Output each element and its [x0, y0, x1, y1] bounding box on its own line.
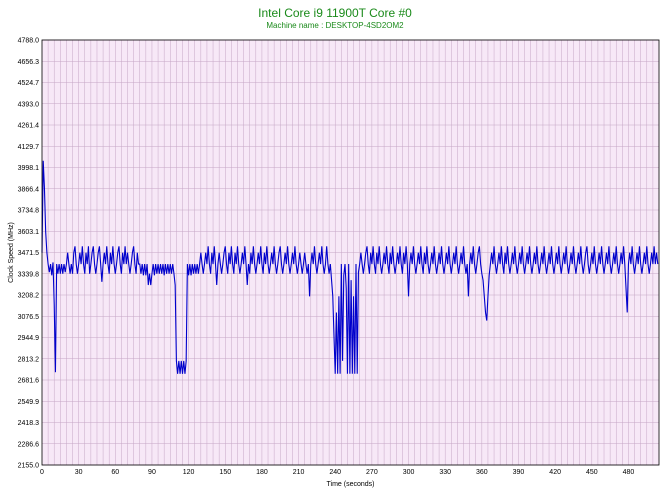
x-tick-label: 390 [513, 469, 525, 476]
y-tick-label: 4393.0 [18, 101, 40, 108]
x-tick-label: 300 [403, 469, 415, 476]
y-tick-label: 3471.5 [18, 250, 40, 257]
y-tick-label: 3076.5 [18, 314, 40, 321]
y-tick-label: 2681.6 [18, 378, 40, 385]
y-tick-label: 4788.0 [18, 38, 40, 45]
x-axis-ticks: 0 30 60 90 120 150 180 210 240 270 300 330 360 390 420… [40, 469, 634, 476]
y-tick-label: 4129.7 [18, 144, 40, 151]
y-tick-label: 3866.4 [18, 186, 40, 193]
x-tick-label: 120 [183, 469, 195, 476]
y-tick-label: 4524.7 [18, 80, 40, 87]
x-tick-label: 150 [219, 469, 231, 476]
x-tick-label: 480 [623, 469, 635, 476]
y-tick-label: 4656.3 [18, 59, 40, 66]
chart-container: Intel Core i9 11900T Core #0 Machine nam… [0, 0, 670, 502]
y-tick-label: 2286.6 [18, 441, 40, 448]
y-tick-label: 3734.8 [18, 208, 40, 215]
y-tick-label: 3603.1 [18, 229, 40, 236]
x-tick-label: 30 [75, 469, 83, 476]
y-axis-label: Clock Speed (MHz) [8, 222, 15, 283]
x-tick-label: 0 [40, 469, 44, 476]
x-tick-label: 90 [148, 469, 156, 476]
y-axis-ticks: 2155.0 2286.6 2418.3 2549.9 2681.6 2813.2 2944… [18, 38, 40, 470]
y-tick-label: 2549.9 [18, 399, 40, 406]
y-tick-label: 3208.2 [18, 293, 40, 300]
y-tick-label: 3998.1 [18, 165, 40, 172]
x-tick-label: 420 [549, 469, 561, 476]
y-tick-label: 2944.9 [18, 335, 40, 342]
x-tick-label: 180 [256, 469, 268, 476]
x-tick-label: 330 [439, 469, 451, 476]
x-tick-label: 210 [293, 469, 305, 476]
x-tick-label: 60 [111, 469, 119, 476]
x-tick-label: 270 [366, 469, 378, 476]
chart-svg: 2155.0 2286.6 2418.3 2549.9 2681.6 2813.2 2944… [8, 38, 660, 488]
y-tick-label: 2813.2 [18, 356, 40, 363]
y-tick-label: 2155.0 [18, 463, 40, 470]
y-tick-label: 2418.3 [18, 420, 40, 427]
x-tick-label: 450 [586, 469, 598, 476]
x-tick-label: 360 [476, 469, 488, 476]
x-tick-label: 240 [329, 469, 341, 476]
y-tick-label: 3339.8 [18, 271, 40, 278]
y-tick-label: 4261.4 [18, 123, 40, 130]
x-axis-label: Time (seconds) [327, 481, 375, 488]
